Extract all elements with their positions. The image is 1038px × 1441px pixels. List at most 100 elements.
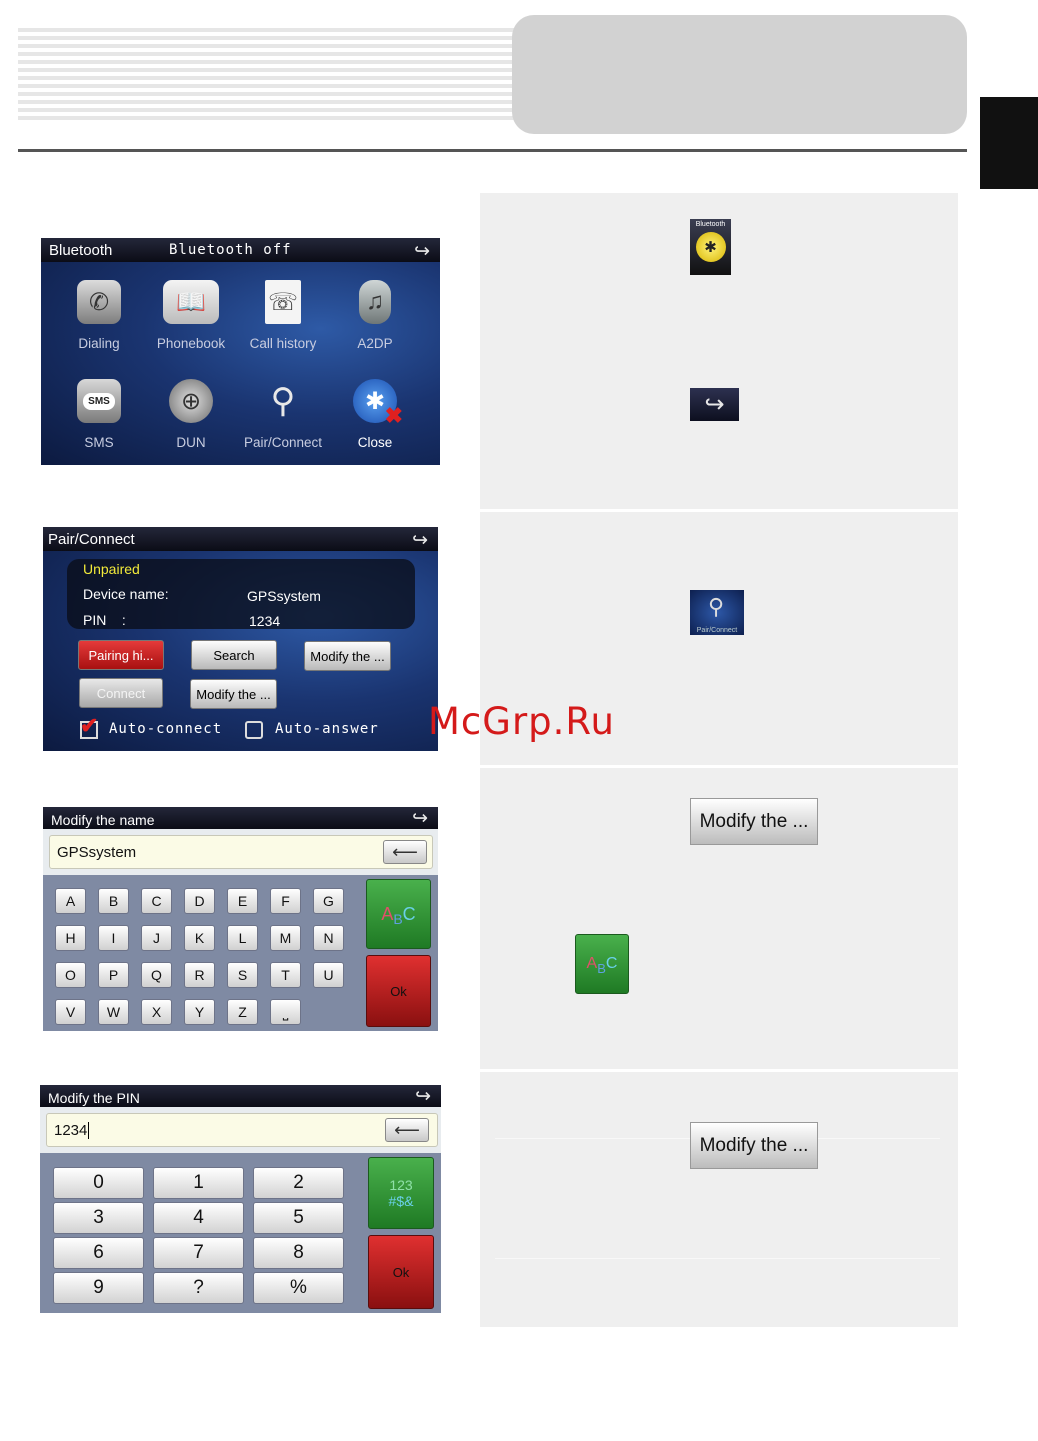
number-key[interactable]: 9	[53, 1272, 144, 1304]
back-icon[interactable]: ↪	[415, 1085, 431, 1108]
abc-letter-c: C	[402, 903, 416, 924]
letter-key[interactable]: X	[141, 999, 172, 1025]
modify-pin-button[interactable]: Modify the ...	[190, 679, 277, 709]
pairing-history-button[interactable]: Pairing hi...	[78, 640, 164, 670]
auto-answer-checkbox[interactable]	[245, 721, 263, 739]
number-key[interactable]: 8	[253, 1237, 344, 1269]
letter-key[interactable]: H	[55, 925, 86, 951]
number-key[interactable]: 4	[153, 1202, 244, 1234]
symbol-mode-button[interactable]: 123 #$&	[368, 1157, 434, 1229]
pair-state: Unpaired	[83, 561, 140, 577]
letter-key[interactable]: I	[98, 925, 129, 951]
phone-icon: ✆	[77, 280, 121, 324]
panel-divider	[480, 509, 958, 512]
number-key[interactable]: 1	[153, 1167, 244, 1199]
ok-button[interactable]: Ok	[366, 955, 431, 1027]
phonebook-icon: 📖	[163, 280, 219, 324]
letter-key[interactable]: T	[270, 962, 301, 988]
number-key[interactable]: 7	[153, 1237, 244, 1269]
letter-key[interactable]: L	[227, 925, 258, 951]
letter-key[interactable]: Y	[184, 999, 215, 1025]
letter-key[interactable]: V	[55, 999, 86, 1025]
letter-key[interactable]: C	[141, 888, 172, 914]
letter-key[interactable]: W	[98, 999, 129, 1025]
tile-pair-connect[interactable]: ⚲ Pair/Connect	[237, 379, 329, 450]
pair-connect-icon: ⚲ Pair/Connect	[690, 590, 744, 635]
tile-phonebook[interactable]: 📖 Phonebook	[145, 280, 237, 351]
abc-mode-button[interactable]: ABC	[366, 879, 431, 949]
tile-label: Pair/Connect	[243, 435, 323, 450]
tile-label: DUN	[176, 435, 206, 450]
letter-key[interactable]: S	[227, 962, 258, 988]
letter-key[interactable]: O	[55, 962, 86, 988]
device-name-label: Device name:	[83, 586, 169, 602]
pin-input[interactable]: 1234	[46, 1113, 438, 1147]
number-key[interactable]: 2	[253, 1167, 344, 1199]
screen-title: Pair/Connect	[48, 531, 135, 548]
modify-pin-screen: Modify the PIN ↪ 1234 ⟵ 0 1 2 3 4 5 6 7 8 9?% 123…	[40, 1085, 441, 1313]
auto-connect-label: Auto-connect	[109, 721, 223, 737]
tile-label: Dialing	[78, 336, 120, 351]
tile-label: Close	[357, 435, 393, 450]
pin-label: PIN :	[83, 612, 126, 628]
auto-connect-checkbox[interactable]: ✔	[80, 713, 98, 739]
letter-key[interactable]: N	[313, 925, 344, 951]
tile-sms[interactable]: SMS SMS	[53, 379, 145, 450]
letter-key[interactable]: P	[98, 962, 129, 988]
call-history-icon: ☏	[265, 280, 301, 324]
abc-mode-icon: ABC	[575, 934, 629, 994]
panel-line	[495, 1258, 940, 1259]
tile-close[interactable]: ✱ ✖ Close	[329, 379, 421, 450]
connect-button[interactable]: Connect	[79, 678, 163, 708]
tile-dun[interactable]: ⊕ DUN	[145, 379, 237, 450]
back-icon[interactable]: ↪	[414, 240, 430, 263]
ok-button[interactable]: Ok	[368, 1235, 434, 1309]
bluetooth-menu-screen: Bluetooth Bluetooth off ↪ ✆ Dialing 📖 Ph…	[41, 238, 440, 465]
number-key[interactable]: %	[253, 1272, 344, 1304]
header-title-box	[512, 15, 967, 134]
letter-key[interactable]: K	[184, 925, 215, 951]
auto-answer-label: Auto-answer	[275, 721, 379, 737]
letter-key[interactable]: R	[184, 962, 215, 988]
space-key[interactable]: ⎵	[270, 999, 301, 1025]
letter-key[interactable]: Z	[227, 999, 258, 1025]
text-cursor	[88, 1122, 90, 1139]
number-key[interactable]: 0	[53, 1167, 144, 1199]
letter-key[interactable]: G	[313, 888, 344, 914]
letter-key[interactable]: M	[270, 925, 301, 951]
back-icon[interactable]: ↪	[412, 807, 428, 830]
name-input[interactable]: GPSsystem	[49, 835, 433, 869]
screen-title: Modify the name	[51, 812, 155, 828]
letter-key[interactable]: F	[270, 888, 301, 914]
letter-key[interactable]: Q	[141, 962, 172, 988]
search-button[interactable]: Search	[191, 640, 277, 670]
number-key[interactable]: ?	[153, 1272, 244, 1304]
modify-name-button[interactable]: Modify the ...	[690, 798, 818, 845]
letter-key[interactable]: J	[141, 925, 172, 951]
tile-call-history[interactable]: ☏ Call history	[237, 280, 329, 351]
sms-icon: SMS	[77, 379, 121, 423]
tile-label: SMS	[84, 435, 114, 450]
letter-key[interactable]: E	[227, 888, 258, 914]
tile-dialing[interactable]: ✆ Dialing	[53, 280, 145, 351]
pin-value: 1234	[249, 613, 281, 629]
modify-name-button[interactable]: Modify the ...	[304, 641, 391, 671]
tile-label: Call history	[249, 336, 317, 351]
letter-key[interactable]: A	[55, 888, 86, 914]
backspace-key[interactable]: ⟵	[383, 840, 427, 864]
search-icon: ⚲	[270, 382, 296, 420]
number-key[interactable]: 6	[53, 1237, 144, 1269]
modify-pin-button[interactable]: Modify the ...	[690, 1122, 818, 1169]
back-icon[interactable]: ↪	[412, 529, 428, 552]
tile-label: Phonebook	[156, 336, 226, 351]
letter-key[interactable]: D	[184, 888, 215, 914]
letter-key[interactable]: B	[98, 888, 129, 914]
pair-connect-icon-label: Pair/Connect	[696, 627, 738, 634]
backspace-key[interactable]: ⟵	[385, 1118, 429, 1142]
screen-title: Bluetooth	[49, 242, 113, 259]
number-key[interactable]: 5	[253, 1202, 344, 1234]
close-x-icon: ✖	[384, 403, 403, 428]
tile-a2dp[interactable]: ♫ A2DP	[329, 280, 421, 351]
number-key[interactable]: 3	[53, 1202, 144, 1234]
letter-key[interactable]: U	[313, 962, 344, 988]
